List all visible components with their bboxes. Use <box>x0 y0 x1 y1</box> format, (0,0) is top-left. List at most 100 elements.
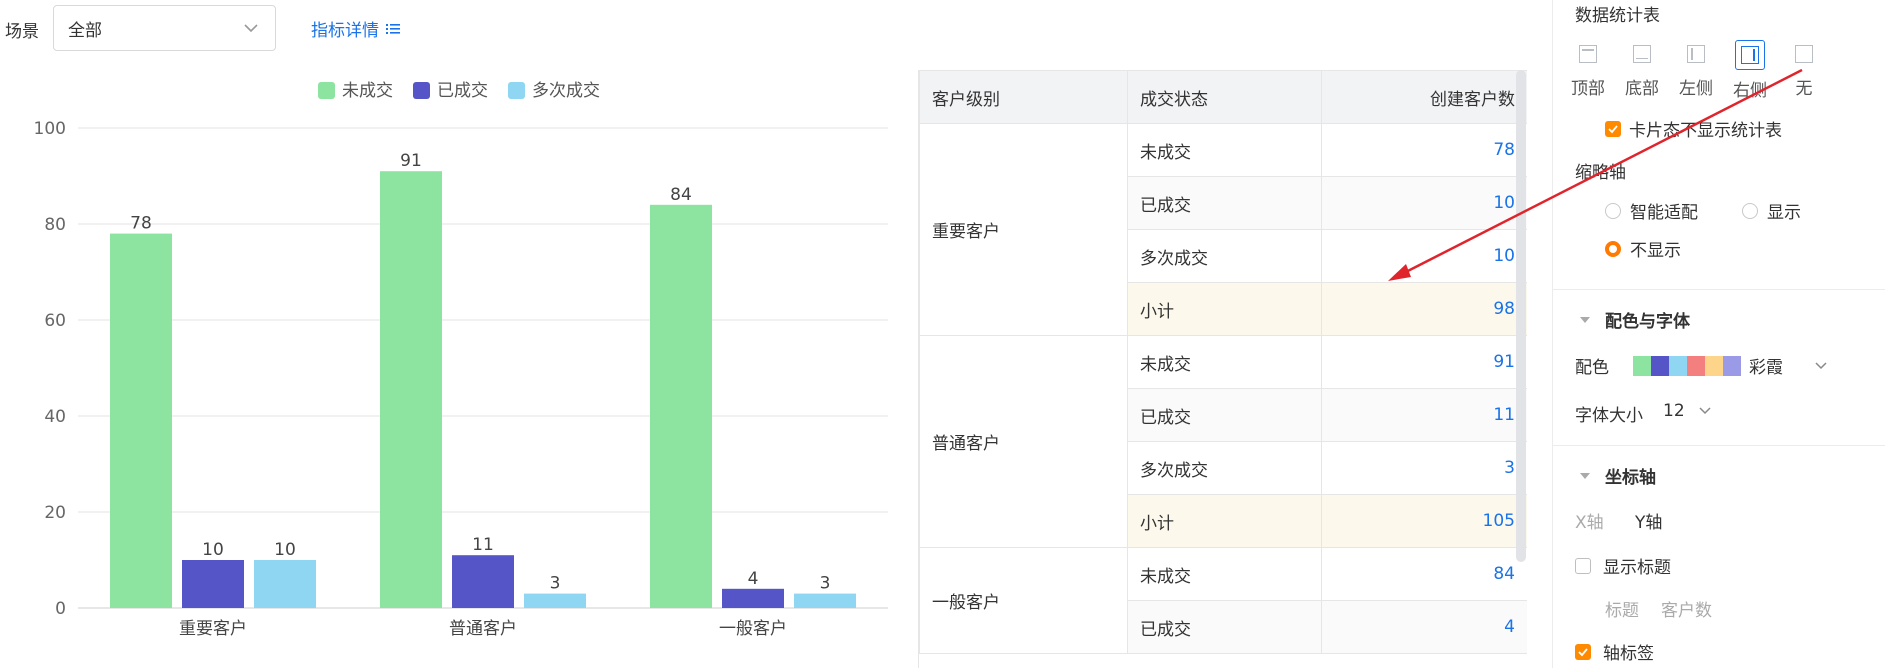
radio-smart[interactable] <box>1605 202 1621 219</box>
axis-tick-checkbox[interactable] <box>1575 643 1591 660</box>
check-icon <box>1578 647 1588 656</box>
thumb-option-smart[interactable]: 智能适配 <box>1605 198 1698 223</box>
bar[interactable] <box>794 593 856 608</box>
list-icon <box>386 23 400 34</box>
legend-label[interactable]: 已成交 <box>437 81 488 101</box>
cell-customer-count[interactable]: 91 <box>1321 335 1527 389</box>
card-hide-checkbox[interactable] <box>1605 120 1621 137</box>
divider <box>1553 445 1885 446</box>
position-bottom-icon <box>1633 45 1651 63</box>
x-tick-label: 普通客户 <box>449 619 517 639</box>
position-bottom-label: 底部 <box>1625 79 1659 99</box>
position-right-box <box>1735 40 1765 70</box>
position-right-icon <box>1741 46 1759 64</box>
color-font-section-header[interactable]: 配色与字体 <box>1579 307 1690 332</box>
legend-swatch[interactable] <box>508 82 525 99</box>
axis-section-header[interactable]: 坐标轴 <box>1579 463 1656 488</box>
cell-customer-count[interactable]: 10 <box>1321 176 1527 230</box>
thumb-option-show[interactable]: 显示 <box>1742 198 1801 223</box>
bar-value-label: 3 <box>820 574 831 594</box>
cell-deal-status: 已成交 <box>1127 388 1322 442</box>
bar[interactable] <box>524 593 586 608</box>
palette-select[interactable]: 彩霞 <box>1633 353 1829 378</box>
bar-value-label: 84 <box>670 185 692 205</box>
y-tick-label: 60 <box>44 311 66 331</box>
position-bottom[interactable]: 底部 <box>1615 40 1669 99</box>
table-row: 普通客户 未成交 91 <box>919 335 1527 548</box>
show-title-option[interactable]: 显示标题 <box>1575 553 1671 578</box>
position-left-box <box>1682 40 1710 68</box>
indicator-detail-link[interactable]: 指标详情 <box>311 16 401 41</box>
axis-tick-label: 轴标签 <box>1603 644 1654 664</box>
radio-hide[interactable] <box>1605 240 1621 257</box>
header-count[interactable]: 创建客户数 <box>1321 70 1527 124</box>
cell-customer-count[interactable]: 3 <box>1321 441 1527 495</box>
bar[interactable] <box>722 588 784 608</box>
legend-label[interactable]: 未成交 <box>342 81 393 101</box>
header-level[interactable]: 客户级别 <box>919 70 1128 124</box>
axis-title: 坐标轴 <box>1605 468 1656 488</box>
palette-swatches <box>1633 355 1741 376</box>
x-tick-label: 重要客户 <box>179 619 247 639</box>
bar-value-label: 4 <box>748 569 759 589</box>
palette-swatch <box>1651 355 1669 376</box>
position-top-label: 顶部 <box>1571 79 1605 99</box>
cell-deal-status: 多次成交 <box>1127 441 1322 495</box>
cell-customer-count[interactable]: 4 <box>1321 600 1527 654</box>
cell-customer-count[interactable]: 11 <box>1321 388 1527 442</box>
cell-deal-status: 已成交 <box>1127 600 1322 654</box>
chevron-down-icon <box>1699 407 1711 415</box>
bar[interactable] <box>380 171 442 608</box>
position-top[interactable]: 顶部 <box>1561 40 1615 99</box>
axis-title-input[interactable]: 客户数 <box>1661 596 1712 621</box>
color-font-title: 配色与字体 <box>1605 312 1690 332</box>
cell-customer-count[interactable]: 105 <box>1321 494 1527 548</box>
cell-customer-count[interactable]: 10 <box>1321 229 1527 283</box>
legend-swatch[interactable] <box>413 82 430 99</box>
position-left[interactable]: 左侧 <box>1669 40 1723 99</box>
stats-table: 客户级别 成交状态 创建客户数 重要客户 未成交 78 已成交 10 多次成交 10 小计 98… <box>919 70 1527 654</box>
thumb-option-show-label: 显示 <box>1767 203 1801 223</box>
y-tick-label: 0 <box>55 599 66 619</box>
cell-customer-level: 普通客户 <box>919 335 1128 548</box>
show-title-label: 显示标题 <box>1603 558 1671 578</box>
card-hide-label: 卡片态不显示统计表 <box>1629 121 1782 141</box>
indicator-detail-label: 指标详情 <box>311 21 379 41</box>
card-hide-option[interactable]: 卡片态不显示统计表 <box>1605 116 1782 141</box>
table-header-row: 客户级别 成交状态 创建客户数 <box>919 70 1527 124</box>
table-scrollbar[interactable] <box>1516 70 1526 562</box>
font-size-select[interactable]: 12 <box>1663 401 1713 421</box>
tab-y-axis[interactable]: Y轴 <box>1635 508 1662 533</box>
palette-label: 配色 <box>1575 358 1609 378</box>
cell-customer-count[interactable]: 78 <box>1321 123 1527 177</box>
cell-customer-count[interactable]: 98 <box>1321 282 1527 336</box>
thumb-option-hide-label: 不显示 <box>1630 241 1681 261</box>
scene-select-value: 全部 <box>68 20 102 41</box>
divider <box>1553 289 1885 290</box>
palette-swatch <box>1633 355 1651 376</box>
bar[interactable] <box>254 560 316 608</box>
bar[interactable] <box>182 560 244 608</box>
legend-label[interactable]: 多次成交 <box>532 81 600 101</box>
cell-deal-status: 未成交 <box>1127 335 1322 389</box>
scene-select[interactable]: 全部 <box>53 5 276 51</box>
scene-label: 场景 <box>5 22 39 42</box>
stats-table-container[interactable]: 客户级别 成交状态 创建客户数 重要客户 未成交 78 已成交 10 多次成交 10 小计 98… <box>918 70 1527 668</box>
bar[interactable] <box>650 204 712 609</box>
position-left-icon <box>1687 45 1705 63</box>
bar[interactable] <box>452 555 514 608</box>
thumb-option-hide[interactable]: 不显示 <box>1605 236 1681 261</box>
axis-tick-option[interactable]: 轴标签 <box>1575 639 1654 664</box>
cell-customer-count[interactable]: 84 <box>1321 547 1527 601</box>
header-status[interactable]: 成交状态 <box>1127 70 1322 124</box>
show-title-checkbox[interactable] <box>1575 557 1591 574</box>
position-none[interactable]: 无 <box>1777 40 1831 99</box>
thumb-option-smart-label: 智能适配 <box>1630 203 1698 223</box>
position-right[interactable]: 右侧 <box>1723 40 1777 101</box>
tab-x-axis[interactable]: X轴 <box>1575 508 1604 533</box>
bar[interactable] <box>110 233 172 608</box>
cell-customer-level: 一般客户 <box>919 547 1128 654</box>
font-size-value: 12 <box>1663 401 1685 421</box>
radio-show[interactable] <box>1742 202 1758 219</box>
legend-swatch[interactable] <box>318 82 335 99</box>
